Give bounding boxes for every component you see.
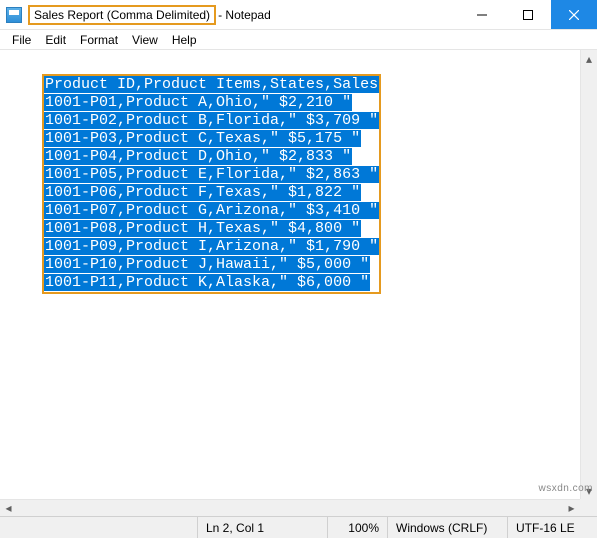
window-title-app: - Notepad — [218, 8, 271, 22]
status-bar: Ln 2, Col 1 100% Windows (CRLF) UTF-16 L… — [0, 516, 597, 538]
menu-view[interactable]: View — [126, 31, 164, 49]
notepad-icon — [6, 7, 22, 23]
selection-highlight: Product ID,Product Items,States,Sales100… — [42, 74, 381, 294]
text-data-row: 1001-P06,Product F,Texas," $1,822 " — [44, 184, 379, 202]
text-data-row: 1001-P02,Product B,Florida," $3,709 " — [44, 112, 379, 130]
menu-format[interactable]: Format — [74, 31, 124, 49]
text-data-row: 1001-P07,Product G,Arizona," $3,410 " — [44, 202, 379, 220]
text-data-row: 1001-P05,Product E,Florida," $2,863 " — [44, 166, 379, 184]
watermark-text: wsxdn.com — [538, 483, 593, 494]
menu-bar: File Edit Format View Help — [0, 30, 597, 50]
menu-file[interactable]: File — [6, 31, 37, 49]
text-data-row: 1001-P01,Product A,Ohio," $2,210 " — [44, 94, 379, 112]
text-data-row: 1001-P09,Product I,Arizona," $1,790 " — [44, 238, 379, 256]
status-encoding: UTF-16 LE — [507, 517, 597, 538]
menu-edit[interactable]: Edit — [39, 31, 72, 49]
text-data-row: 1001-P11,Product K,Alaska," $6,000 " — [44, 274, 379, 292]
status-position: Ln 2, Col 1 — [197, 517, 327, 538]
menu-help[interactable]: Help — [166, 31, 203, 49]
maximize-button[interactable] — [505, 0, 551, 29]
window-title-filename: Sales Report (Comma Delimited) — [28, 5, 216, 25]
text-editor[interactable]: Product ID,Product Items,States,Sales100… — [0, 50, 580, 499]
scroll-up-arrow-icon[interactable]: ▴ — [581, 50, 597, 67]
scroll-left-arrow-icon[interactable]: ◂ — [0, 500, 17, 517]
status-eol: Windows (CRLF) — [387, 517, 507, 538]
text-data-row: 1001-P10,Product J,Hawaii," $5,000 " — [44, 256, 379, 274]
vertical-scrollbar[interactable]: ▴ ▾ — [580, 50, 597, 499]
window-titlebar[interactable]: Sales Report (Comma Delimited) - Notepad — [0, 0, 597, 30]
text-data-row: 1001-P03,Product C,Texas," $5,175 " — [44, 130, 379, 148]
close-button[interactable] — [551, 0, 597, 29]
minimize-button[interactable] — [459, 0, 505, 29]
text-data-row: 1001-P04,Product D,Ohio," $2,833 " — [44, 148, 379, 166]
status-zoom: 100% — [327, 517, 387, 538]
scroll-corner — [580, 499, 597, 516]
scroll-right-arrow-icon[interactable]: ▸ — [563, 500, 580, 517]
text-header-row: Product ID,Product Items,States,Sales — [44, 76, 379, 94]
text-data-row: 1001-P08,Product H,Texas," $4,800 " — [44, 220, 379, 238]
horizontal-scrollbar[interactable]: ◂ ▸ — [0, 499, 580, 516]
